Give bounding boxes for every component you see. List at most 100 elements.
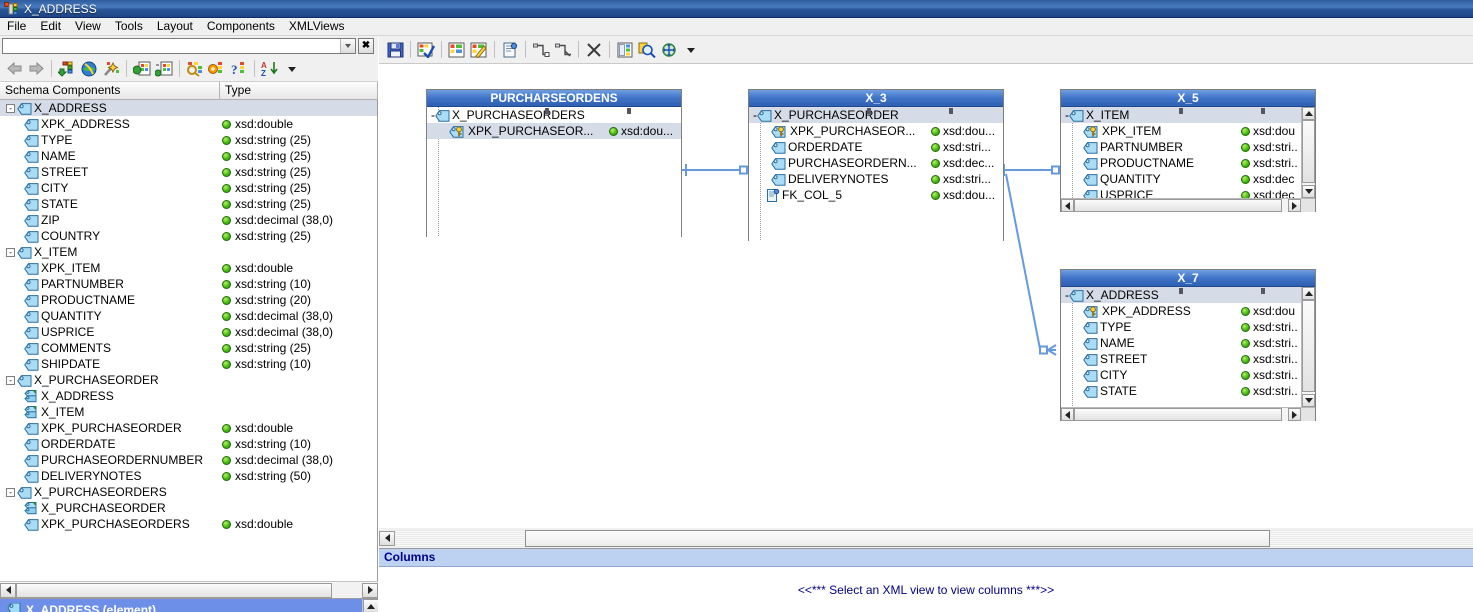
tree-item[interactable]: XPK_PURCHASEORDERS xsd:double: [0, 516, 377, 532]
tree-item[interactable]: - X_PURCHASEORDER: [0, 372, 377, 388]
layout-icon[interactable]: [614, 39, 636, 61]
tree-item[interactable]: - X_PURCHASEORDERS: [0, 484, 377, 500]
resize-handle[interactable]: [1261, 288, 1265, 294]
er-row[interactable]: XPK_ADDRESS xsd:dou: [1061, 303, 1315, 319]
properties-vscrollbar[interactable]: [362, 599, 378, 612]
properties-icon[interactable]: [499, 39, 521, 61]
scroll-thumb[interactable]: [1302, 120, 1315, 183]
scroll-track[interactable]: [1302, 120, 1315, 185]
chevron-down-icon[interactable]: [340, 39, 355, 53]
tree-item[interactable]: ZIP xsd:decimal (38,0): [0, 212, 377, 228]
tree-item[interactable]: X_PURCHASEORDER: [0, 500, 377, 516]
forward-icon[interactable]: [25, 58, 47, 80]
find-component-icon[interactable]: [184, 58, 206, 80]
er-vscrollbar[interactable]: [1301, 107, 1315, 198]
er-row[interactable]: CITY xsd:stri..: [1061, 367, 1315, 383]
er-row[interactable]: - X_PURCHASEORDER: [749, 107, 1003, 123]
scroll-left-button[interactable]: [0, 582, 16, 598]
er-row[interactable]: PARTNUMBER xsd:stri..: [1061, 139, 1315, 155]
scroll-down-button[interactable]: [1302, 394, 1315, 407]
er-entity-title[interactable]: X_3: [749, 90, 1003, 107]
er-row[interactable]: ORDERDATE xsd:stri...: [749, 139, 1003, 155]
tree-expander[interactable]: -: [6, 375, 15, 385]
er-row[interactable]: FK_COL_5 xsd:dou...: [749, 187, 1003, 203]
back-icon[interactable]: [3, 58, 25, 80]
resize-handle[interactable]: [1179, 288, 1183, 294]
tree-item[interactable]: PRODUCTNAME xsd:string (20): [0, 292, 377, 308]
scroll-right-button[interactable]: [1288, 408, 1301, 421]
scroll-track[interactable]: [16, 582, 362, 598]
er-row[interactable]: - X_ADDRESS: [1061, 287, 1315, 303]
xmlview-diagram-canvas[interactable]: PURCHARSEORDENS - X_PURCHASEORDERS XPK_PURC…: [379, 64, 1473, 528]
tree-item[interactable]: - X_ITEM: [0, 244, 377, 260]
er-row[interactable]: PURCHASEORDERN... xsd:dec...: [749, 155, 1003, 171]
tree-item[interactable]: DELIVERYNOTES xsd:string (50): [0, 468, 377, 484]
scroll-up-button[interactable]: [1302, 107, 1315, 120]
er-vscrollbar[interactable]: [1301, 287, 1315, 407]
er-row[interactable]: - X_PURCHASEORDERS: [427, 107, 681, 123]
scroll-track[interactable]: [1074, 408, 1288, 421]
remove-relation-icon[interactable]: [552, 39, 574, 61]
tree-item[interactable]: - X_ADDRESS: [0, 100, 377, 116]
tree-item[interactable]: NAME xsd:string (25): [0, 148, 377, 164]
tree-item[interactable]: ORDERDATE xsd:string (10): [0, 436, 377, 452]
er-row[interactable]: STREET xsd:stri..: [1061, 351, 1315, 367]
column-header-schema-components[interactable]: Schema Components: [0, 82, 220, 99]
delete-icon[interactable]: [583, 39, 605, 61]
tree-item[interactable]: COMMENTS xsd:string (25): [0, 340, 377, 356]
chevron-down-icon[interactable]: [281, 58, 303, 80]
resize-handle[interactable]: [949, 108, 953, 114]
add-relation-icon[interactable]: [530, 39, 552, 61]
menu-item-xmlviews[interactable]: XMLViews: [282, 18, 352, 35]
scroll-left-button[interactable]: [379, 530, 395, 546]
menu-item-components[interactable]: Components: [200, 18, 282, 35]
clear-filter-button[interactable]: ✖: [358, 38, 374, 54]
tree-item[interactable]: QUANTITY xsd:decimal (38,0): [0, 308, 377, 324]
er-row[interactable]: DELIVERYNOTES xsd:stri...: [749, 171, 1003, 187]
resize-handle[interactable]: [1261, 108, 1265, 114]
er-entity-box[interactable]: X_7- X_ADDRESS XPK_ADDRESS xsd:dou TYPE xsd:s…: [1060, 269, 1316, 421]
er-row[interactable]: XPK_ITEM xsd:dou: [1061, 123, 1315, 139]
er-hscrollbar[interactable]: [1061, 407, 1315, 421]
tree-expander[interactable]: -: [6, 487, 15, 497]
er-hscrollbar[interactable]: [1061, 198, 1315, 212]
schema-filter-value[interactable]: [3, 39, 340, 53]
pan-icon[interactable]: [658, 39, 680, 61]
import-schema-icon[interactable]: [56, 58, 78, 80]
menu-item-edit[interactable]: Edit: [33, 18, 68, 35]
tree-hscrollbar[interactable]: [0, 581, 378, 598]
er-row[interactable]: NAME xsd:stri..: [1061, 335, 1315, 351]
edit-view-icon[interactable]: [468, 39, 490, 61]
settings-component-icon[interactable]: [206, 58, 228, 80]
tree-item[interactable]: X_ADDRESS: [0, 388, 377, 404]
scroll-thumb[interactable]: [1302, 300, 1315, 392]
generate-left-icon[interactable]: [131, 58, 153, 80]
tree-item[interactable]: STREET xsd:string (25): [0, 164, 377, 180]
scroll-track[interactable]: [1302, 300, 1315, 394]
tree-item[interactable]: PURCHASEORDERNUMBER xsd:decimal (38,0): [0, 452, 377, 468]
resize-handle[interactable]: [867, 108, 871, 114]
tree-expander[interactable]: -: [6, 103, 15, 113]
scroll-thumb[interactable]: [1074, 199, 1282, 212]
tree-item[interactable]: PARTNUMBER xsd:string (10): [0, 276, 377, 292]
scroll-up-button[interactable]: [363, 599, 378, 612]
resize-handle[interactable]: [1179, 108, 1183, 114]
er-row[interactable]: TYPE xsd:stri..: [1061, 319, 1315, 335]
sort-az-icon[interactable]: A Z: [259, 58, 281, 80]
validate-icon[interactable]: [415, 39, 437, 61]
tree-item[interactable]: STATE xsd:string (25): [0, 196, 377, 212]
tree-expander[interactable]: -: [6, 247, 15, 257]
tree-item[interactable]: COUNTRY xsd:string (25): [0, 228, 377, 244]
canvas-hscrollbar[interactable]: [379, 528, 1473, 548]
generate-right-icon[interactable]: [153, 58, 175, 80]
scroll-left-button[interactable]: [1061, 199, 1074, 212]
column-header-type[interactable]: Type: [220, 82, 378, 99]
save-icon[interactable]: [384, 39, 406, 61]
er-entity-title[interactable]: PURCHARSEORDENS: [427, 90, 681, 107]
er-entity-box[interactable]: PURCHARSEORDENS - X_PURCHASEORDERS XPK_PURC…: [426, 89, 682, 237]
er-row[interactable]: QUANTITY xsd:dec: [1061, 171, 1315, 187]
chevron-down-icon[interactable]: [680, 39, 702, 61]
tree-item[interactable]: TYPE xsd:string (25): [0, 132, 377, 148]
er-row[interactable]: PRODUCTNAME xsd:stri..: [1061, 155, 1315, 171]
new-view-icon[interactable]: [446, 39, 468, 61]
